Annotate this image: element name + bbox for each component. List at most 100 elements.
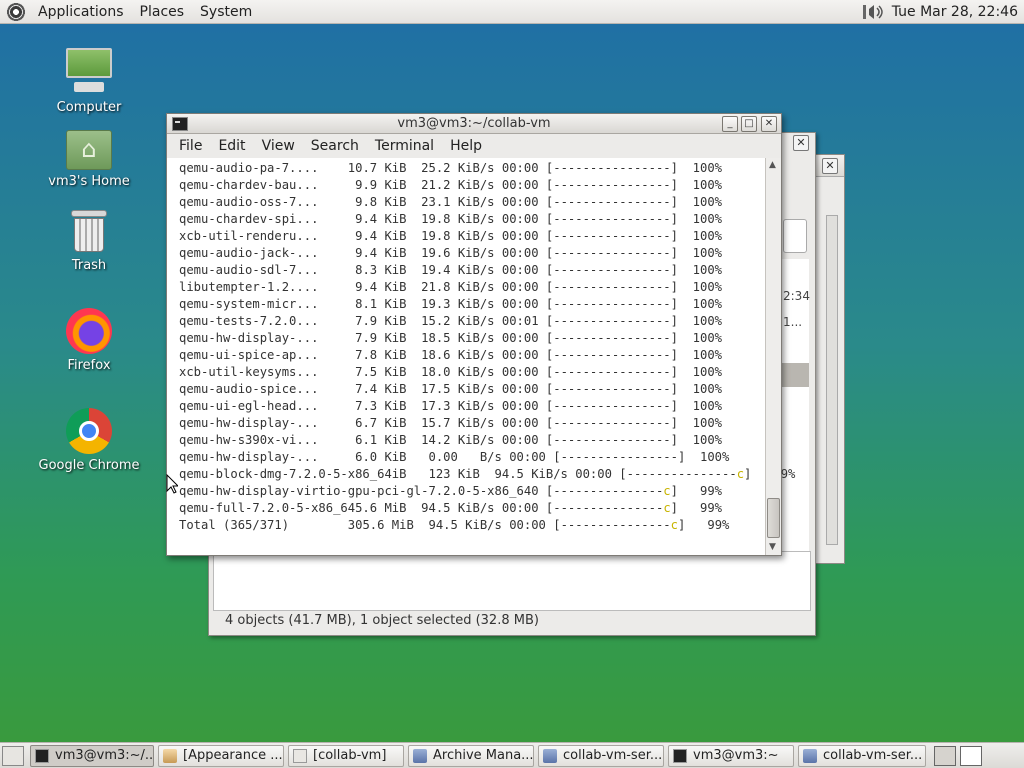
download-time: 00:00 <box>494 416 539 430</box>
package-name: qemu-hw-s390x-vi... <box>179 433 334 447</box>
taskbar-button[interactable]: vm3@vm3:~ <box>668 744 794 767</box>
taskbar-button-label: collab-vm-ser... <box>563 748 663 763</box>
package-name: qemu-tests-7.2.0... <box>179 314 334 328</box>
package-name: qemu-chardev-bau... <box>179 178 334 192</box>
window-titlebar[interactable]: ✕ <box>816 155 844 177</box>
menu-view[interactable]: View <box>254 138 303 154</box>
menu-file[interactable]: File <box>171 138 210 154</box>
progress-percent: 100% <box>677 314 723 328</box>
download-size: 9.4 KiB <box>333 229 407 243</box>
download-size: 10.7 KiB <box>333 161 407 175</box>
progress-percent: 100% <box>677 246 723 260</box>
minimize-icon[interactable]: _ <box>722 116 738 132</box>
download-size: 6.1 KiB <box>333 433 407 447</box>
menu-terminal[interactable]: Terminal <box>367 138 442 154</box>
clock[interactable]: Tue Mar 28, 22:46 <box>892 4 1018 20</box>
download-size: 9.4 KiB <box>333 212 407 226</box>
download-size: 9.4 KiB <box>333 280 407 294</box>
progress-bar: [---------------c] <box>545 518 686 532</box>
appearance-icon <box>163 748 177 763</box>
progress-percent: 100% <box>677 263 723 277</box>
taskbar-button[interactable]: vm3@vm3:~/... <box>30 744 154 767</box>
taskbar-button[interactable]: Archive Mana... <box>408 744 534 767</box>
show-desktop-icon[interactable] <box>2 745 24 766</box>
close-icon[interactable]: ✕ <box>793 135 809 151</box>
menu-search[interactable]: Search <box>303 138 367 154</box>
desktop-icon-chrome[interactable]: Google Chrome <box>34 408 144 473</box>
terminal-line: qemu-ui-spice-ap... 7.8 KiB 18.6 KiB/s 0… <box>179 347 765 364</box>
download-time: 00:00 <box>494 178 539 192</box>
download-time: 00:00 <box>501 518 546 532</box>
desktop-icon-trash[interactable]: Trash <box>34 208 144 273</box>
download-rate: 21.2 KiB/s <box>406 178 495 192</box>
terminal-icon <box>673 748 687 763</box>
volume-icon[interactable] <box>862 2 888 22</box>
distro-logo-icon[interactable] <box>6 1 26 22</box>
download-time: 00:00 <box>494 263 539 277</box>
window-title: vm3@vm3:~/collab-vm <box>397 116 551 131</box>
taskbar-button[interactable]: collab-vm-ser... <box>798 744 926 767</box>
terminal-line: xcb-util-renderu... 9.4 KiB 19.8 KiB/s 0… <box>179 228 765 245</box>
package-name: qemu-full-7.2.0-5-x86_645.6 MiB <box>179 501 407 515</box>
progress-bar: [----------------] <box>538 331 678 345</box>
download-rate: 94.5 KiB/s <box>413 518 502 532</box>
desktop-icon-computer[interactable]: Computer <box>34 46 144 115</box>
scroll-down-icon[interactable]: ▼ <box>769 542 776 552</box>
scrollbar-thumb[interactable] <box>767 498 780 538</box>
file-list-area[interactable] <box>213 551 811 611</box>
package-name: qemu-ui-egl-head... <box>179 399 334 413</box>
terminal-line: libutempter-1.2.... 9.4 KiB 21.8 KiB/s 0… <box>179 279 765 296</box>
download-size: 8.1 KiB <box>333 297 407 311</box>
download-time: 00:00 <box>494 195 539 209</box>
terminal-icon <box>35 748 49 763</box>
system-menu[interactable]: System <box>192 4 260 20</box>
progress-bar: [----------------] <box>538 178 678 192</box>
progress-bar: [----------------] <box>538 433 678 447</box>
terminal-line: qemu-hw-display-... 6.7 KiB 15.7 KiB/s 0… <box>179 415 765 432</box>
desktop-icon-firefox[interactable]: Firefox <box>34 308 144 373</box>
download-rate: 19.3 KiB/s <box>406 297 495 311</box>
desktop-icon-home[interactable]: vm3's Home <box>34 130 144 189</box>
applications-menu[interactable]: Applications <box>30 4 132 20</box>
places-menu[interactable]: Places <box>132 4 193 20</box>
close-icon[interactable]: ✕ <box>822 158 838 174</box>
window-titlebar[interactable]: vm3@vm3:~/collab-vm _ □ ✕ <box>167 114 781 134</box>
close-icon[interactable]: ✕ <box>761 116 777 132</box>
terminal-output[interactable]: qemu-audio-pa-7.... 10.7 KiB 25.2 KiB/s … <box>167 158 795 555</box>
peek-selected-row[interactable] <box>781 363 809 387</box>
progress-percent: 100% <box>677 178 723 192</box>
download-time: 00:00 <box>567 467 612 481</box>
progress-percent: 99% <box>678 501 723 515</box>
download-size: 7.9 KiB <box>333 331 407 345</box>
progress-bar: [----------------] <box>538 382 678 396</box>
workspace-1[interactable] <box>934 745 956 766</box>
taskbar-button[interactable]: [Appearance ... <box>158 744 284 767</box>
maximize-icon[interactable]: □ <box>741 116 757 132</box>
bottom-panel: vm3@vm3:~/... [Appearance ... [collab-vm] A… <box>0 742 1024 768</box>
terminal-scrollbar[interactable]: ▲ ▼ <box>765 158 781 555</box>
taskbar-button[interactable]: [collab-vm] <box>288 744 404 767</box>
progress-bar: [----------------] <box>538 229 678 243</box>
taskbar-button-label: vm3@vm3:~ <box>693 748 779 763</box>
download-time: 00:00 <box>494 212 539 226</box>
taskbar-button[interactable]: collab-vm-ser... <box>538 744 664 767</box>
progress-percent: 100% <box>677 331 723 345</box>
menu-help[interactable]: Help <box>442 138 490 154</box>
taskbar-button-label: [Appearance ... <box>183 748 283 763</box>
peek-input[interactable] <box>783 219 807 253</box>
desktop-icon-label: Computer <box>56 100 122 115</box>
download-size: 6.7 KiB <box>333 416 407 430</box>
download-rate: 17.3 KiB/s <box>406 399 495 413</box>
download-rate: 21.8 KiB/s <box>406 280 495 294</box>
background-window-2[interactable]: ✕ <box>815 154 845 564</box>
scrollbar[interactable] <box>826 215 838 545</box>
package-name: qemu-hw-display-... <box>179 416 334 430</box>
menu-edit[interactable]: Edit <box>210 138 253 154</box>
workspace-2[interactable] <box>960 745 982 766</box>
terminal-window[interactable]: vm3@vm3:~/collab-vm _ □ ✕ File Edit View… <box>166 113 795 556</box>
trash-icon <box>70 208 108 254</box>
package-name: xcb-util-renderu... <box>179 229 334 243</box>
desktop-icon-label: Firefox <box>67 358 111 373</box>
terminal-line: qemu-hw-display-virtio-gpu-pci-gl-7.2.0-… <box>179 483 765 500</box>
scroll-up-icon[interactable]: ▲ <box>769 160 776 170</box>
